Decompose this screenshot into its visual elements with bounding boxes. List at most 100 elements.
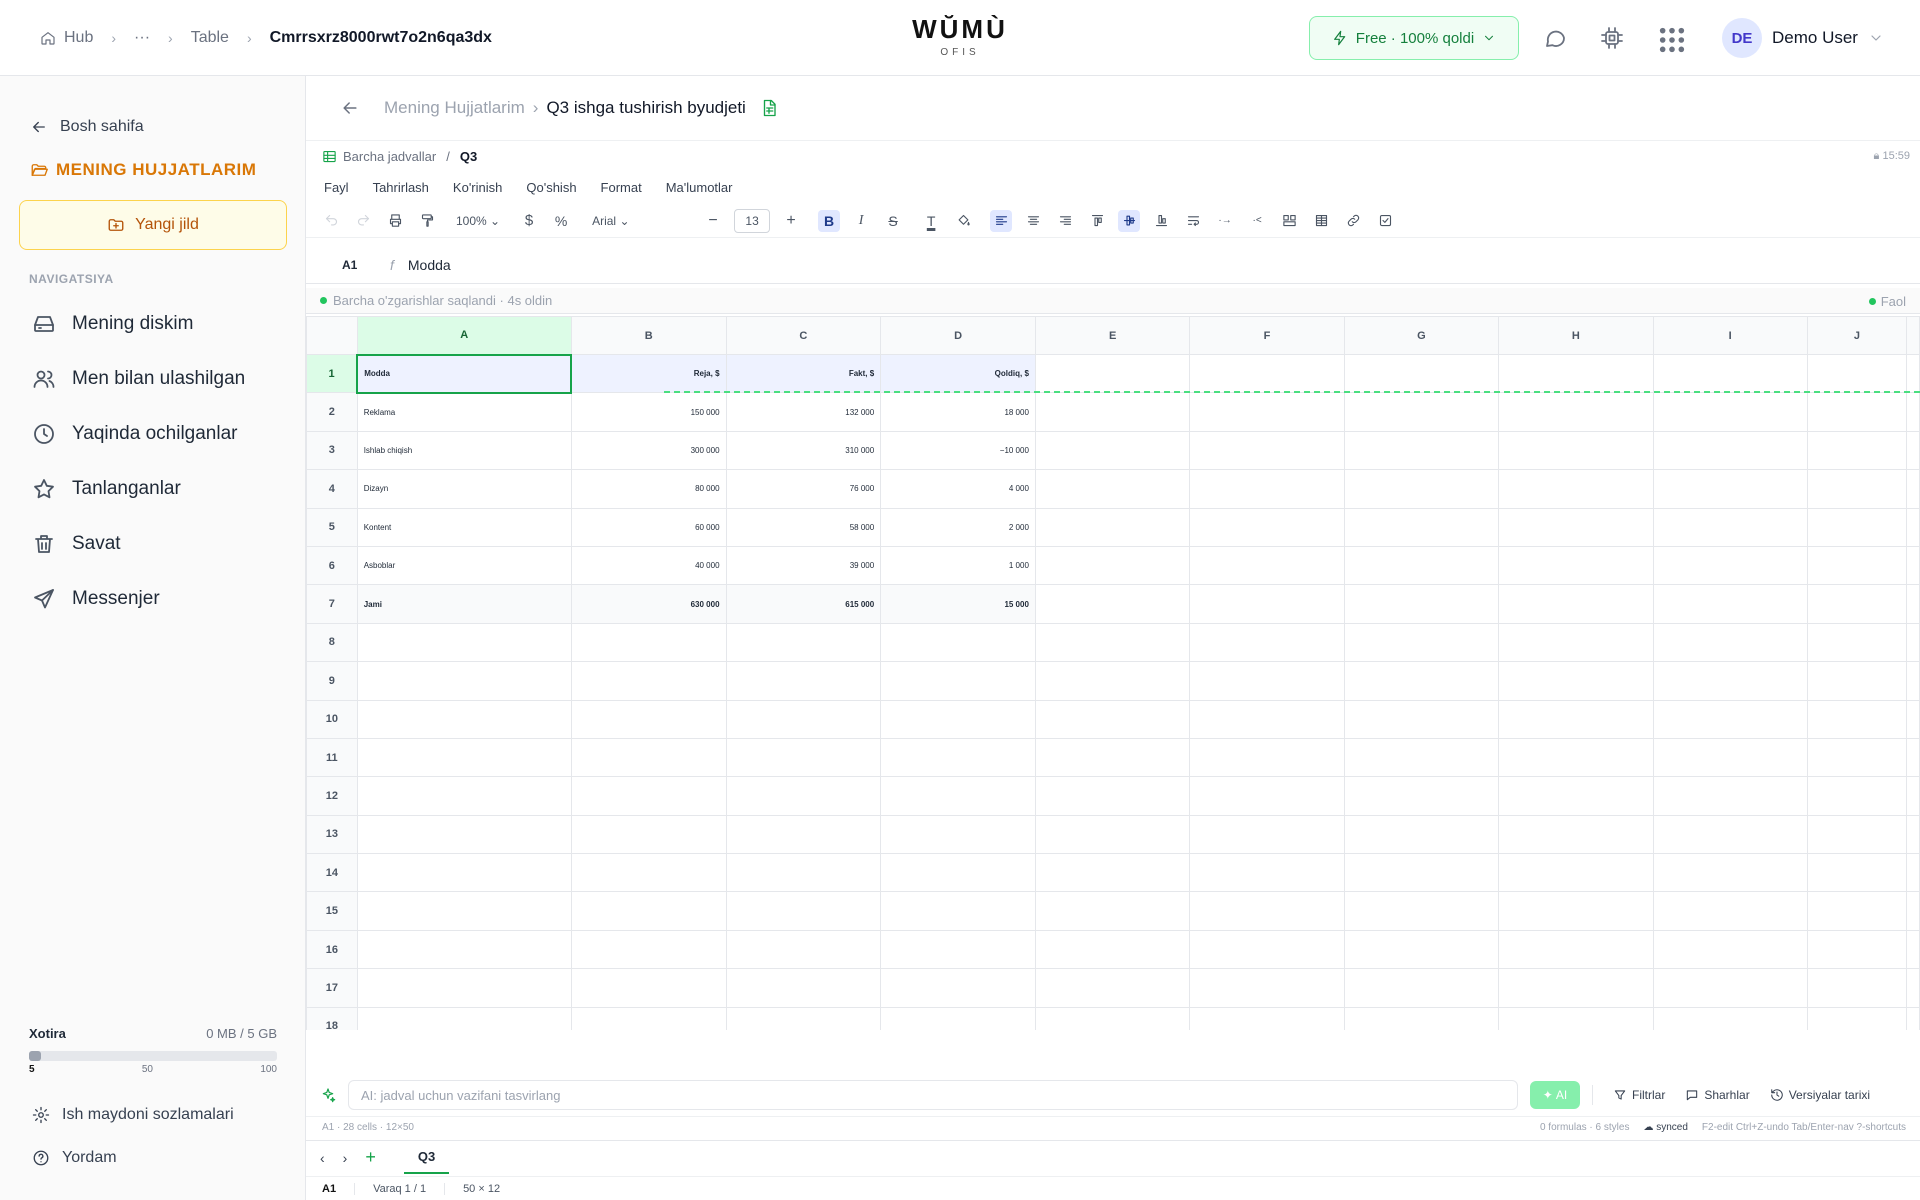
grid-cell[interactable] [725,891,882,931]
prev-sheet-icon[interactable]: ‹ [320,1150,325,1166]
column-header[interactable]: D [880,316,1036,355]
grid-cell[interactable] [1343,968,1500,1008]
currency-icon[interactable]: $ [518,210,540,232]
grid-cell[interactable] [1806,929,1908,970]
grid-cell[interactable] [570,699,727,739]
grid-cell[interactable]: 150 000 [570,392,727,432]
grid-cell[interactable] [880,968,1036,1008]
grid-cell[interactable] [1189,1006,1345,1030]
ai-submit-button[interactable]: ✦ AI [1530,1081,1580,1109]
grid-cell[interactable] [1906,353,1920,394]
menu-data[interactable]: Ma'lumotlar [666,180,733,195]
grid-cell[interactable] [1652,968,1808,1008]
grid-cell[interactable] [570,968,727,1008]
grid-cell[interactable] [880,661,1036,701]
row-header[interactable]: 7 [306,584,358,624]
shortcuts-hint[interactable]: F2-edit Ctrl+Z-undo Tab/Enter-nav ?-shor… [1702,1122,1906,1133]
checkbox-icon[interactable] [1374,210,1396,232]
column-header[interactable]: F [1189,316,1345,355]
grid-cell[interactable] [880,853,1036,893]
chat-icon[interactable] [1543,26,1567,50]
column-header[interactable]: H [1498,316,1654,355]
grid-cell[interactable] [356,891,572,931]
grid-cell[interactable] [1652,469,1808,509]
grid-cell[interactable] [1343,1006,1500,1030]
align-right-icon[interactable] [1054,210,1076,232]
grid-cell[interactable] [1189,776,1345,816]
grid-cell[interactable] [1806,430,1908,471]
grid-cell[interactable] [1343,430,1500,471]
grid-cell[interactable]: Asboblar [356,545,572,586]
column-header[interactable]: C [725,316,882,355]
grid-cell[interactable] [1343,737,1500,778]
grid-cell[interactable] [1806,853,1908,893]
grid-cell[interactable] [1343,853,1500,893]
grid-cell[interactable] [1343,469,1500,509]
grid-cell[interactable] [1034,776,1191,816]
grid-cell[interactable] [1343,929,1500,970]
grid-cell[interactable] [1343,507,1500,547]
grid-cell[interactable] [1034,353,1191,394]
grid-cell[interactable] [880,1006,1036,1030]
add-sheet-icon[interactable]: + [365,1147,376,1168]
align-left-icon[interactable] [990,209,1013,232]
grid-cell[interactable] [1806,1006,1908,1030]
row-header[interactable]: 1 [306,353,358,394]
grid-cell[interactable] [570,661,727,701]
row-header[interactable]: 4 [306,469,358,509]
grid-cell[interactable]: Kontent [356,507,572,547]
italic-icon[interactable]: I [850,210,872,232]
grid-cell[interactable] [1806,584,1908,624]
grid-cell[interactable] [1343,661,1500,701]
grid-cell[interactable] [1034,699,1191,739]
text-color-icon[interactable]: T [920,210,942,232]
grid-cell[interactable] [1652,661,1808,701]
row-header[interactable]: 5 [306,507,358,547]
column-header[interactable]: B [570,316,727,355]
grid-cell[interactable]: 1 000 [880,545,1036,586]
grid-cell[interactable]: Ishlab chiqish [356,430,572,471]
valign-bottom-icon[interactable] [1150,210,1172,232]
grid-cell[interactable] [1806,814,1908,855]
grid-cell[interactable] [1652,814,1808,855]
apps-grid-icon[interactable] [1658,26,1686,54]
next-sheet-icon[interactable]: › [343,1150,348,1166]
align-center-icon[interactable] [1022,210,1044,232]
grid-cell[interactable] [1034,507,1191,547]
row-header[interactable]: 8 [306,622,358,663]
print-icon[interactable] [384,210,406,232]
grid-cell[interactable]: 40 000 [570,545,727,586]
formula-input[interactable]: Modda [408,257,451,273]
all-sheets-link[interactable]: Barcha jadvallar [343,149,436,164]
column-header[interactable]: G [1343,316,1500,355]
grid-cell[interactable]: 4 000 [880,469,1036,509]
grid-cell[interactable] [1189,968,1345,1008]
merge-cells-icon[interactable] [1278,210,1300,232]
row-header[interactable]: 13 [306,814,358,855]
help-link[interactable]: Yordam [32,1149,117,1167]
sidebar-item-my-drive[interactable]: Mening diskim [32,312,193,336]
grid-cell[interactable] [1652,584,1808,624]
grid-cell[interactable] [1498,622,1654,663]
grid-cell[interactable] [1906,622,1920,663]
menu-format[interactable]: Format [601,180,642,195]
grid-cell[interactable] [570,1006,727,1030]
grid-cell[interactable]: 18 000 [880,392,1036,432]
grid-cell[interactable]: 2 000 [880,507,1036,547]
column-header[interactable]: E [1034,316,1191,355]
sidebar-item-messenger[interactable]: Messenjer [32,587,160,611]
grid-cell[interactable] [725,814,882,855]
grid-cell[interactable] [725,776,882,816]
grid-cell[interactable] [1189,853,1345,893]
grid-cell[interactable] [356,1006,572,1030]
grid-cell[interactable] [570,622,727,663]
grid-cell[interactable] [1343,584,1500,624]
grid-cell[interactable]: Dizayn [356,469,572,509]
grid-cell[interactable] [1906,584,1920,624]
grid-cell[interactable] [1498,737,1654,778]
grid-cell[interactable] [1652,853,1808,893]
row-header[interactable]: 15 [306,891,358,931]
grid-cell[interactable] [1652,929,1808,970]
grid-cell[interactable] [1498,776,1654,816]
grid-cell[interactable] [1343,545,1500,586]
